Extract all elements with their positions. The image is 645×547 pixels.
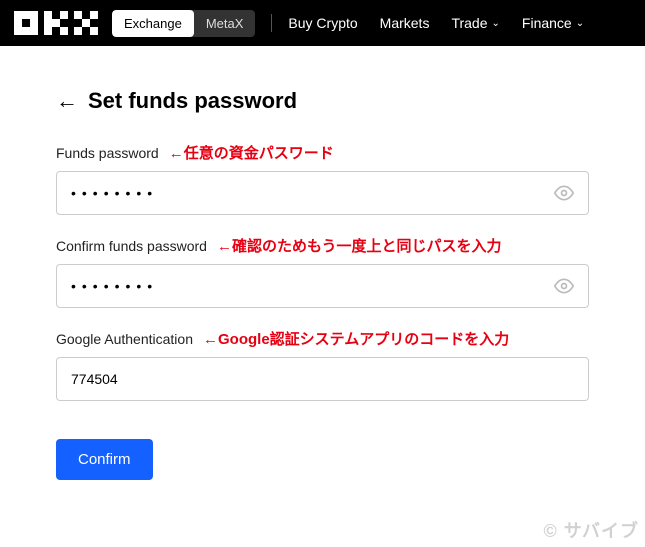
funds-password-group: Funds password ←任意の資金パスワード [56, 142, 589, 215]
google-auth-input[interactable] [71, 371, 574, 387]
chevron-down-icon: ⌄ [492, 18, 500, 29]
nav-finance-label: Finance [522, 15, 572, 31]
nav-markets[interactable]: Markets [380, 15, 430, 31]
main-content: ← Set funds password Funds password ←任意の… [0, 46, 645, 480]
back-arrow-icon[interactable]: ← [56, 88, 78, 114]
eye-icon[interactable] [554, 276, 574, 296]
exchange-toggle[interactable]: Exchange [112, 10, 194, 37]
okx-logo[interactable] [14, 11, 98, 35]
page-title: Set funds password [88, 88, 297, 114]
funds-password-annotation: ←任意の資金パスワード [169, 142, 334, 163]
confirm-button[interactable]: Confirm [56, 439, 153, 480]
google-auth-annotation: ←Google認証システムアプリのコードを入力 [203, 328, 509, 349]
nav-buy-crypto[interactable]: Buy Crypto [288, 15, 357, 31]
google-auth-input-wrap [56, 357, 589, 401]
funds-password-input-wrap [56, 171, 589, 215]
funds-password-input[interactable] [71, 185, 554, 201]
mode-toggle: Exchange MetaX [112, 10, 255, 37]
google-auth-label: Google Authentication [56, 331, 193, 347]
topbar: Exchange MetaX Buy Crypto Markets Trade … [0, 0, 645, 46]
google-auth-group: Google Authentication ←Google認証システムアプリのコ… [56, 328, 589, 401]
funds-password-label: Funds password [56, 145, 159, 161]
nav-divider [271, 14, 272, 32]
nav-trade-label: Trade [451, 15, 487, 31]
chevron-down-icon: ⌄ [576, 18, 584, 29]
title-row: ← Set funds password [56, 88, 589, 114]
metax-toggle[interactable]: MetaX [194, 10, 256, 37]
confirm-password-input[interactable] [71, 278, 554, 294]
nav-trade[interactable]: Trade ⌄ [451, 15, 499, 31]
confirm-password-annotation: ←確認のためもう一度上と同じパスを入力 [217, 235, 502, 256]
confirm-password-input-wrap [56, 264, 589, 308]
confirm-password-label: Confirm funds password [56, 238, 207, 254]
watermark: © サバイブ [543, 517, 639, 543]
confirm-password-group: Confirm funds password ←確認のためもう一度上と同じパスを… [56, 235, 589, 308]
eye-icon[interactable] [554, 183, 574, 203]
nav: Buy Crypto Markets Trade ⌄ Finance ⌄ [288, 15, 584, 31]
nav-finance[interactable]: Finance ⌄ [522, 15, 584, 31]
